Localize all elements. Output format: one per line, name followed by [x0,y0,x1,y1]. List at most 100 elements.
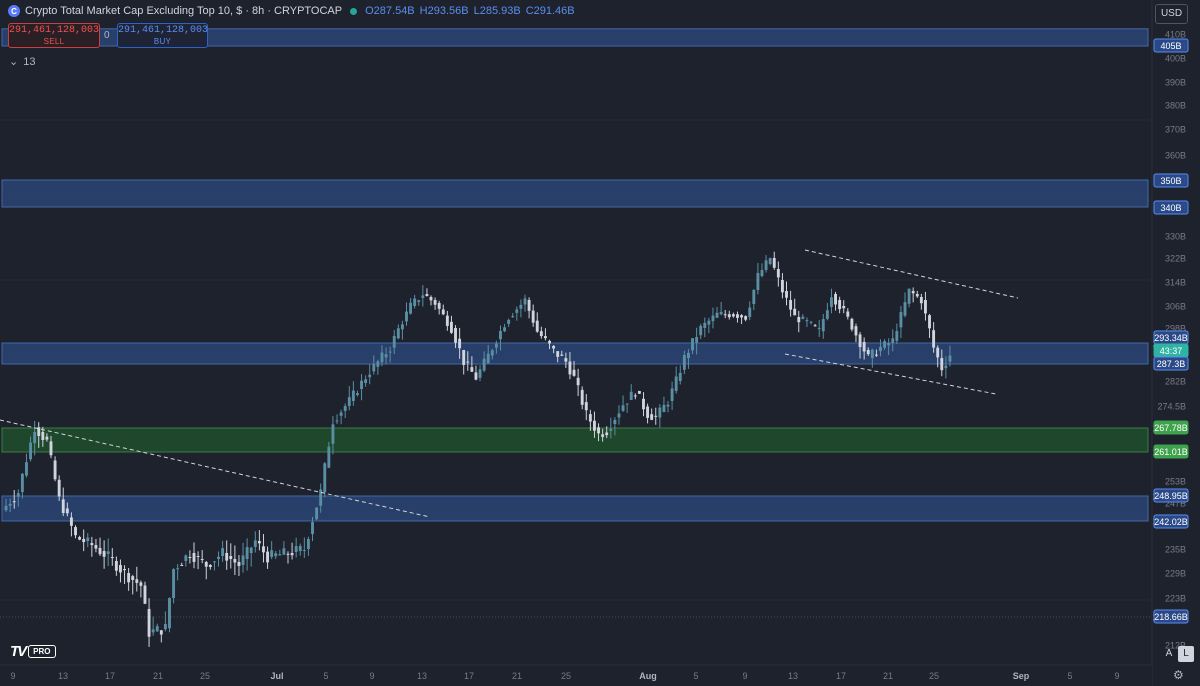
candle-body [319,489,323,506]
log-scale-button[interactable]: L [1178,646,1194,662]
candle-body [719,311,723,315]
y-tick-label: 282B [1165,377,1186,387]
tradingview-logo[interactable]: TV PRO [10,643,56,660]
candle-body [8,504,12,506]
auto-scale-button[interactable]: A [1161,646,1177,662]
candle-body [499,330,502,340]
candle-body [772,258,776,268]
symbol-icon[interactable]: C [8,5,20,17]
candle-body [874,354,878,356]
candle-body [936,347,940,358]
candle-body [409,302,413,314]
candle-body [911,291,915,294]
candle-body [225,553,229,561]
candle-body [94,545,98,549]
candle-body [523,298,527,305]
candle-body [494,343,498,348]
zone-blue[interactable] [1,495,1149,522]
sell-button[interactable]: 291,461,128,003 SELL [8,23,100,48]
candle-body [351,390,355,401]
candle-body [396,328,400,339]
candle-body [168,598,171,629]
candle-body [425,294,429,296]
indicator-toggle[interactable]: ⌄ 13 [9,55,36,69]
y-tick-label: 274.5B [1157,402,1186,412]
y-tick-label: 360B [1165,151,1186,161]
candle-body [445,315,449,326]
x-tick-label: 21 [883,671,893,681]
candle-body [61,499,65,513]
candle-body [470,367,474,372]
price-label: 287.3B [1153,356,1189,371]
candle-body [74,527,77,536]
candle-body [564,358,568,362]
candle-body [229,556,233,560]
candle-body [862,341,866,352]
candle-body [597,427,600,434]
currency-selector[interactable]: USD [1155,4,1188,24]
symbol-title: Crypto Total Market Cap Excluding Top 10… [25,5,343,17]
candle-body [376,361,380,367]
candle-body [196,556,200,557]
market-status-icon [350,7,358,15]
candle-body [756,272,760,290]
candle-body [233,559,237,563]
candle-body [817,327,821,329]
candle-body [633,395,637,397]
x-tick-label: 13 [788,671,798,681]
candle-body [482,358,486,371]
x-tick-label: 13 [417,671,427,681]
candle-body [568,361,572,375]
gear-icon[interactable]: ⚙ [1173,668,1184,682]
candle-body [584,402,588,411]
candle-body [621,405,625,411]
candle-body [82,539,86,543]
candle-body [392,335,396,348]
candle-body [311,522,314,535]
candle-body [903,302,907,316]
candle-body [548,340,551,344]
candle-body [605,432,609,436]
candle-body [503,327,507,332]
candle-body [486,353,490,364]
candle-body [331,424,335,444]
candle-body [217,556,220,559]
candle-body [572,369,576,376]
price-label-text: 287.3B [1157,359,1186,369]
y-tick-label: 400B [1165,54,1186,64]
candle-body [433,300,437,305]
price-label-text: 218.66B [1154,612,1188,622]
candle-body [245,547,249,559]
candle-body [654,415,658,417]
zone-blue[interactable] [1,342,1149,365]
candle-body [637,391,641,394]
price-label: 340B [1153,200,1189,215]
close-value: C291.46B [525,5,575,17]
price-label: 350B [1153,173,1189,188]
candle-body [731,314,735,317]
price-chart[interactable]: 410B405B 400B 390B 380B 370B 360B 350B 340B 330B… [0,0,1200,686]
time-axis[interactable] [0,665,1152,686]
candle-body [360,380,363,389]
x-tick-label: 5 [693,671,698,681]
candle-body [801,316,805,319]
candle-body [838,300,842,310]
candle-body [368,374,372,378]
buy-button[interactable]: 291,461,128,003 BUY [117,23,208,48]
candle-body [695,337,699,343]
x-tick-label: Jul [270,671,283,681]
candle-body [449,321,453,333]
zone-blue[interactable] [1,179,1149,208]
candle-body [29,442,33,460]
indicator-count: 13 [23,55,36,68]
candle-body [413,298,417,306]
candle-body [948,355,952,362]
candle-body [110,557,114,559]
y-tick-label: 410B [1165,30,1186,40]
x-tick-label: 9 [10,671,15,681]
candle-body [221,548,225,556]
candle-body [723,314,727,316]
zone-green[interactable] [1,427,1149,453]
candle-body [204,562,208,567]
candle-body [915,294,919,297]
